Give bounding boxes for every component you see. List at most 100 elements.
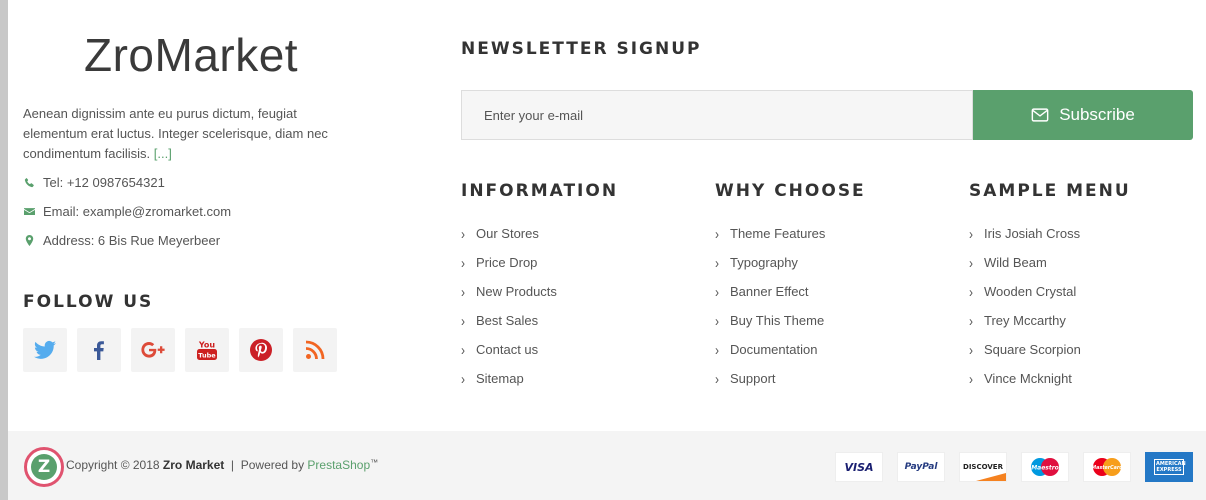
about-description: Aenean dignissim ante eu purus dictum, f… [23, 106, 328, 161]
twitter-icon [34, 340, 56, 359]
footer-link[interactable]: › Theme Features [715, 219, 825, 248]
read-more-link[interactable]: [...] [154, 146, 172, 161]
trademark-symbol: ™ [370, 458, 379, 467]
phone-icon [23, 177, 35, 189]
contact-email-text: Email: example@zromarket.com [43, 204, 232, 219]
footer-link[interactable]: › Wooden Crystal [969, 277, 1081, 306]
subscribe-button[interactable]: Subscribe [973, 90, 1193, 140]
envelope-icon [1031, 108, 1049, 122]
svg-text:Maestro: Maestro [1031, 465, 1059, 472]
envelope-icon [23, 206, 35, 218]
link-label: Banner Effect [730, 284, 809, 299]
chevron-right-icon: › [461, 341, 465, 358]
link-label: Trey Mccarthy [984, 313, 1066, 328]
chevron-right-icon: › [461, 312, 465, 329]
footer-bottom-bar: Z Copyright © 2018 Zro Market | Powered … [8, 431, 1206, 500]
footer-link[interactable]: › Best Sales [461, 306, 557, 335]
link-label: Typography [730, 255, 798, 270]
chevron-right-icon: › [461, 370, 465, 387]
rss-icon [305, 340, 325, 360]
footer-link[interactable]: › Vince Mcknight [969, 364, 1081, 393]
footer-link[interactable]: › Trey Mccarthy [969, 306, 1081, 335]
maestro-logo: Maestro [1031, 458, 1059, 476]
link-label: Contact us [476, 342, 539, 357]
contact-phone: Tel: +12 0987654321 [23, 175, 353, 190]
footer-link[interactable]: › New Products [461, 277, 557, 306]
footer-link[interactable]: › Documentation [715, 335, 825, 364]
footer-link[interactable]: › Square Scorpion [969, 335, 1081, 364]
payment-methods: VISA PayPal DISCOVER Maestro MasterCard … [835, 452, 1193, 482]
about-text: Aenean dignissim ante eu purus dictum, f… [23, 104, 353, 164]
google-plus-button[interactable] [131, 328, 175, 372]
google-plus-icon [141, 342, 165, 358]
social-links: Tube You [23, 328, 337, 372]
company-name: Zro Market [162, 458, 225, 472]
footer-link[interactable]: › Support [715, 364, 825, 393]
maestro-icon: Maestro [1021, 452, 1069, 482]
chevron-right-icon: › [715, 254, 719, 271]
svg-text:Tube: Tube [198, 352, 216, 360]
facebook-icon [94, 341, 104, 360]
chevron-right-icon: › [715, 312, 719, 329]
twitter-button[interactable] [23, 328, 67, 372]
footer-link[interactable]: › Sitemap [461, 364, 557, 393]
footer-link[interactable]: › Our Stores [461, 219, 557, 248]
contact-address: Address: 6 Bis Rue Meyerbeer [23, 233, 353, 248]
page-left-border [0, 0, 8, 500]
link-label: Price Drop [476, 255, 538, 270]
pinterest-icon [250, 339, 272, 361]
amex-icon: AMERICAN EXPRESS [1145, 452, 1193, 482]
information-title: INFORMATION [461, 181, 619, 201]
rss-button[interactable] [293, 328, 337, 372]
subscribe-button-label: Subscribe [1059, 105, 1135, 124]
footer-link[interactable]: › Buy This Theme [715, 306, 825, 335]
footer-link[interactable]: › Typography [715, 248, 825, 277]
chevron-right-icon: › [969, 225, 973, 242]
paypal-label: PayPal [904, 462, 938, 472]
newsletter-form: Subscribe [461, 90, 1193, 140]
link-label: Documentation [730, 342, 818, 357]
chevron-right-icon: › [715, 283, 719, 300]
footer-link[interactable]: › Banner Effect [715, 277, 825, 306]
mastercard-logo: MasterCard [1091, 458, 1123, 476]
discover-stripe [976, 473, 1006, 481]
facebook-button[interactable] [77, 328, 121, 372]
link-label: Vince Mcknight [984, 371, 1072, 386]
footer-link[interactable]: › Contact us [461, 335, 557, 364]
chevron-right-icon: › [461, 283, 465, 300]
contact-phone-text: Tel: +12 0987654321 [43, 175, 165, 190]
footer-logo-letter: Z [31, 454, 57, 480]
contact-address-text: Address: 6 Bis Rue Meyerbeer [43, 233, 221, 248]
chevron-right-icon: › [969, 341, 973, 358]
svg-text:You: You [198, 341, 216, 350]
why-choose-links: › Theme Features › Typography › Banner Effe… [715, 219, 825, 393]
newsletter-email-input[interactable] [461, 90, 973, 140]
prestashop-link[interactable]: PrestaShop [307, 458, 370, 472]
link-label: Support [730, 371, 776, 386]
pinterest-button[interactable] [239, 328, 283, 372]
site-logo[interactable]: ZroMarket [84, 28, 298, 82]
footer-link[interactable]: › Wild Beam [969, 248, 1081, 277]
chevron-right-icon: › [969, 312, 973, 329]
link-label: Wild Beam [984, 255, 1047, 270]
chevron-right-icon: › [969, 283, 973, 300]
why-choose-title: WHY CHOOSE [715, 181, 866, 201]
footer-link[interactable]: › Iris Josiah Cross [969, 219, 1081, 248]
amex-label: AMERICAN EXPRESS [1154, 459, 1186, 475]
chevron-right-icon: › [715, 370, 719, 387]
footer-logo[interactable]: Z [24, 447, 64, 487]
chevron-right-icon: › [969, 370, 973, 387]
svg-text:MasterCard: MasterCard [1091, 465, 1123, 471]
chevron-right-icon: › [461, 225, 465, 242]
youtube-button[interactable]: Tube You [185, 328, 229, 372]
chevron-right-icon: › [715, 225, 719, 242]
link-label: Iris Josiah Cross [984, 226, 1081, 241]
newsletter-title: NEWSLETTER SIGNUP [461, 39, 702, 59]
link-label: Square Scorpion [984, 342, 1081, 357]
footer-link[interactable]: › Price Drop [461, 248, 557, 277]
link-label: Our Stores [476, 226, 539, 241]
chevron-right-icon: › [969, 254, 973, 271]
sample-menu-title: SAMPLE MENU [969, 181, 1131, 201]
visa-label: VISA [844, 460, 874, 474]
chevron-right-icon: › [715, 341, 719, 358]
